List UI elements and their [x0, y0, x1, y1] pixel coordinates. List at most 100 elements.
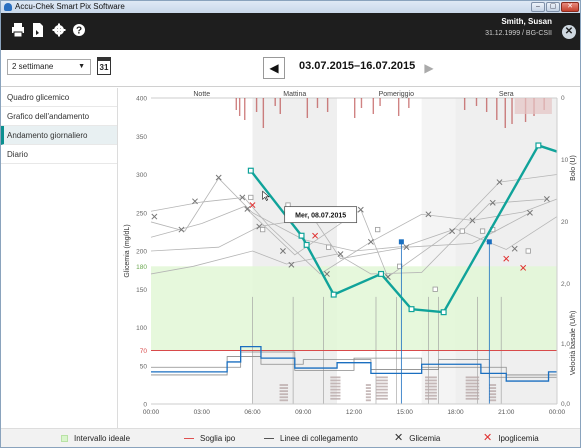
title-bar: Accu-Chek Smart Pix Software – ▢ ✕	[1, 1, 580, 13]
y-tick-label: 180	[136, 264, 147, 271]
bolus-dot-block	[365, 387, 371, 389]
highlighted-reading-point	[408, 306, 415, 313]
bolus-bar	[306, 98, 309, 118]
maximize-button[interactable]: ▢	[546, 2, 560, 12]
bolus-bar	[235, 98, 237, 110]
bolus-dot-block	[279, 393, 289, 396]
svg-text:?: ?	[76, 26, 82, 37]
bolus-bar	[496, 98, 498, 120]
chevron-down-icon: ▼	[78, 63, 85, 70]
bolus-dot-block	[489, 396, 497, 399]
bolus-dot-block	[375, 391, 388, 394]
bolus-dot-block	[375, 382, 388, 385]
bolus-dot-block	[365, 384, 371, 386]
bolus-bar	[485, 98, 488, 112]
bolus-bar	[504, 98, 506, 128]
bolus-dot-block	[365, 396, 371, 399]
sidebar-item-andamento-giornaliero[interactable]: Andamento giornaliero	[1, 126, 117, 145]
bolus-bar	[463, 98, 466, 110]
bolus-dot-block	[365, 393, 371, 396]
event-marker	[375, 226, 381, 233]
bolus-dot-block	[330, 388, 341, 391]
bolus-dot-block	[425, 379, 437, 382]
date-range-label: 03.07.2015–16.07.2015	[299, 60, 416, 72]
legend-item-hypo: ✕ Ipoglicemia	[483, 433, 539, 444]
printer-icon[interactable]	[11, 22, 25, 38]
bolus-bar	[244, 98, 246, 120]
y-tick-label: 250	[136, 210, 147, 217]
bolus-bar	[238, 98, 241, 116]
bolus-bar	[354, 98, 356, 118]
y3-tick-label: 1,0	[561, 341, 570, 348]
event-marker	[326, 244, 332, 250]
next-period-button[interactable]: ▶	[419, 57, 439, 79]
y2-tick-label: 10	[561, 157, 569, 164]
bolus-dot-block	[425, 388, 437, 391]
bolus-dot-block	[489, 399, 497, 402]
period-select[interactable]: 2 settimane ▼	[7, 59, 91, 75]
period-label: Sera	[499, 91, 514, 98]
highlighted-reading-point	[440, 309, 447, 316]
bolus-bar	[397, 98, 400, 116]
calendar-icon[interactable]: 31	[97, 57, 111, 75]
y-tick-label: 0	[143, 402, 147, 409]
bolus-dot-block	[465, 382, 480, 385]
bolus-bar	[279, 98, 281, 114]
bolus-dot-block	[465, 394, 480, 397]
bolus-dot-block	[279, 387, 289, 389]
x-tick-label: 18:00	[447, 409, 464, 416]
legend-label: Glicemia	[409, 434, 441, 443]
highlighted-reading-point	[247, 167, 254, 174]
bolus-dot-block	[425, 376, 437, 379]
bolus-dot-block	[375, 376, 388, 379]
event-marker	[432, 286, 438, 292]
event-marker	[459, 228, 465, 234]
x-tick-label: 00:00	[143, 409, 160, 416]
pdf-export-icon[interactable]	[31, 22, 45, 38]
bolus-dot-block	[375, 388, 388, 391]
bolus-dot-block	[425, 397, 437, 400]
x-tick-label: 12:00	[346, 409, 363, 416]
x-tick-label: 15:00	[397, 409, 414, 416]
close-window-button[interactable]: ✕	[561, 2, 579, 12]
bolus-dot-block	[375, 394, 388, 397]
bolus-bar	[326, 98, 329, 112]
y3-tick-label: 2,0	[561, 281, 570, 288]
sidebar-item-quadro-glicemico[interactable]: Quadro glicemico	[1, 88, 117, 107]
bolus-dot-block	[365, 390, 371, 393]
bolus-dot-block	[279, 396, 289, 399]
help-icon[interactable]: ?	[72, 22, 86, 38]
bolus-dot-block	[465, 379, 480, 382]
x-tick-label: 09:00	[295, 409, 312, 416]
bolus-bar	[360, 98, 363, 108]
bolus-dot-block	[489, 393, 497, 396]
sidebar-item-diario[interactable]: Diario	[1, 145, 117, 164]
event-marker	[248, 194, 254, 201]
close-patient-icon[interactable]: ✕	[562, 25, 576, 39]
bolus-bar	[274, 98, 276, 106]
bolus-bar	[316, 98, 319, 108]
minimize-button[interactable]: –	[531, 2, 545, 12]
gear-icon[interactable]	[52, 22, 66, 38]
target-range-swatch	[61, 435, 68, 443]
bolus-dot-block	[465, 388, 480, 391]
bolus-dot-block	[375, 385, 388, 388]
bolus-dot-block	[330, 391, 341, 394]
bolus-dot-block	[489, 387, 497, 389]
bolus-dot-block	[330, 379, 341, 382]
bolus-dot-block	[425, 382, 437, 385]
bolus-bar	[475, 98, 478, 106]
bolus-bar	[514, 98, 552, 114]
chart-svg: Notte Mattina Pomeriggio Sera05070100150180…	[124, 91, 577, 416]
y-tick-label: 100	[136, 325, 147, 332]
sidebar-item-grafico-andamento[interactable]: Grafico dell'andamento	[1, 107, 117, 126]
y-tick-label: 300	[136, 172, 147, 179]
event-marker	[260, 226, 266, 233]
previous-period-button[interactable]: ◀	[263, 57, 285, 79]
y2-axis-label: Bolo (U)	[570, 155, 577, 181]
bolus-bar	[255, 98, 258, 112]
bolus-dot-block	[330, 397, 341, 400]
y-tick-label: 50	[140, 363, 148, 370]
bolus-dot-block	[279, 384, 289, 386]
app-logo-icon	[4, 3, 12, 11]
